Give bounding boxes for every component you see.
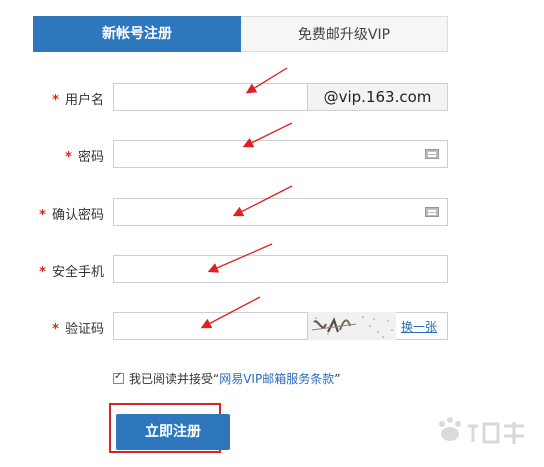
required-mark: * xyxy=(65,150,72,165)
required-mark: * xyxy=(52,322,59,337)
captcha-label: * 验证码 xyxy=(52,322,104,337)
required-mark: * xyxy=(39,208,46,223)
tab-upgrade-vip[interactable]: 免费邮升级VIP xyxy=(241,16,448,52)
username-field-box xyxy=(113,83,308,111)
agreement-prefix: 我已阅读并接受“ xyxy=(129,372,220,386)
captcha-image[interactable] xyxy=(307,312,396,340)
required-mark: * xyxy=(52,93,59,108)
tab-new-account[interactable]: 新帐号注册 xyxy=(33,16,241,52)
register-button[interactable]: 立即注册 xyxy=(116,414,230,450)
captcha-field-box xyxy=(113,312,448,340)
password-row: * 密码 xyxy=(0,140,544,170)
password-input[interactable] xyxy=(114,141,447,167)
username-row: * 用户名 @vip.163.com xyxy=(0,83,544,113)
agreement-row: 我已阅读并接受“网易VIP邮箱服务条款” xyxy=(113,370,340,387)
domain-suffix: @vip.163.com xyxy=(307,83,448,111)
captcha-input[interactable] xyxy=(114,313,304,339)
confirm-password-label: * 确认密码 xyxy=(39,208,104,223)
phone-field-box xyxy=(113,255,448,283)
terms-link[interactable]: 网易VIP邮箱服务条款 xyxy=(219,370,334,387)
refresh-captcha-link[interactable]: 换一张 xyxy=(401,318,437,335)
username-input[interactable] xyxy=(114,84,307,110)
tab-bar: 新帐号注册 免费邮升级VIP xyxy=(33,16,448,52)
phone-row: * 安全手机 xyxy=(0,255,544,285)
annotation-arrows xyxy=(200,67,293,329)
captcha-row: * 验证码 换一张 xyxy=(0,312,544,342)
password-label: * 密码 xyxy=(65,150,104,165)
confirm-password-input[interactable] xyxy=(114,199,447,225)
agreement-suffix: ” xyxy=(334,371,341,386)
confirm-password-field-box xyxy=(113,198,448,226)
required-mark: * xyxy=(39,265,46,280)
agreement-checkbox[interactable] xyxy=(113,371,124,384)
username-label: * 用户名 xyxy=(52,93,104,108)
phone-label: * 安全手机 xyxy=(39,265,104,280)
keyboard-icon[interactable] xyxy=(425,207,439,217)
confirm-password-row: * 确认密码 xyxy=(0,198,544,228)
phone-input[interactable] xyxy=(114,256,447,282)
baidu-watermark-logo xyxy=(439,417,524,444)
keyboard-icon[interactable] xyxy=(425,149,439,159)
password-field-box xyxy=(113,140,448,168)
